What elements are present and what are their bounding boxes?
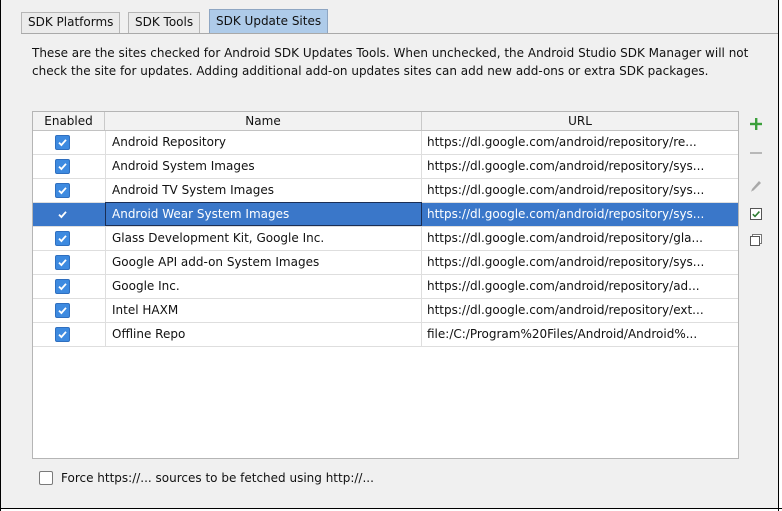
enabled-checkbox[interactable] bbox=[55, 279, 70, 294]
edit-site-button[interactable] bbox=[745, 175, 767, 197]
table-row[interactable]: Android Repository https://dl.google.com/… bbox=[33, 131, 738, 155]
enabled-checkbox[interactable] bbox=[55, 255, 70, 270]
table-row[interactable]: Offline Repo file:/C:/Program%20Files/And… bbox=[33, 323, 738, 347]
remove-site-button[interactable] bbox=[745, 142, 767, 164]
site-name-cell[interactable]: Google API add-on System Images bbox=[105, 251, 422, 274]
site-name-cell[interactable]: Glass Development Kit, Google Inc. bbox=[105, 227, 422, 250]
settings-panel: SDK Platforms SDK Tools SDK Update Sites… bbox=[1, 0, 778, 508]
site-name-cell[interactable]: Offline Repo bbox=[105, 323, 422, 346]
enabled-checkbox[interactable] bbox=[55, 159, 70, 174]
force-http-checkbox[interactable] bbox=[39, 471, 53, 485]
table-row[interactable]: Android System Images https://dl.google.c… bbox=[33, 155, 738, 179]
deselect-all-button[interactable] bbox=[745, 229, 767, 251]
enabled-cell bbox=[33, 155, 105, 178]
site-url-cell[interactable]: https://dl.google.com/android/repository… bbox=[422, 227, 738, 250]
site-url-cell[interactable]: https://dl.google.com/android/repository… bbox=[422, 203, 738, 226]
add-site-button[interactable] bbox=[745, 113, 767, 135]
select-all-button[interactable] bbox=[745, 203, 767, 225]
tab-sdk-platforms[interactable]: SDK Platforms bbox=[21, 12, 121, 33]
site-url-cell[interactable]: https://dl.google.com/android/repository… bbox=[422, 251, 738, 274]
checkmark-icon bbox=[58, 211, 67, 219]
window-border-right bbox=[778, 0, 779, 511]
enabled-checkbox[interactable] bbox=[55, 207, 70, 222]
plus-icon bbox=[750, 118, 762, 130]
site-name-cell[interactable]: Android Wear System Images bbox=[105, 202, 422, 226]
table-row[interactable]: Android Wear System Images https://dl.goo… bbox=[33, 202, 738, 227]
site-url-cell[interactable]: https://dl.google.com/android/repository… bbox=[422, 179, 738, 202]
checkmark-icon bbox=[58, 187, 67, 195]
pencil-icon bbox=[751, 181, 761, 192]
site-name-cell[interactable]: Google Inc. bbox=[105, 275, 422, 298]
table-row[interactable]: Glass Development Kit, Google Inc. https:… bbox=[33, 227, 738, 251]
enabled-cell bbox=[33, 323, 105, 346]
enabled-checkbox[interactable] bbox=[55, 183, 70, 198]
site-url-cell[interactable]: https://dl.google.com/android/repository… bbox=[422, 155, 738, 178]
table-row[interactable]: Intel HAXM https://dl.google.com/android/… bbox=[33, 299, 738, 323]
checkmark-icon bbox=[58, 331, 67, 339]
enabled-checkbox[interactable] bbox=[55, 327, 70, 342]
enabled-cell bbox=[33, 299, 105, 322]
enabled-cell bbox=[33, 251, 105, 274]
table-row[interactable]: Google API add-on System Images https://d… bbox=[33, 251, 738, 275]
column-header-url[interactable]: URL bbox=[422, 112, 738, 130]
checkmark-icon bbox=[58, 139, 67, 147]
site-url-cell[interactable]: https://dl.google.com/android/repository… bbox=[422, 275, 738, 298]
site-name-cell[interactable]: Intel HAXM bbox=[105, 299, 422, 322]
table-header: Enabled Name URL bbox=[33, 112, 738, 131]
site-url-cell[interactable]: file:/C:/Program%20Files/Android/Android… bbox=[422, 323, 738, 346]
table-row[interactable]: Google Inc. https://dl.google.com/android… bbox=[33, 275, 738, 299]
checkmark-icon bbox=[58, 307, 67, 315]
checkmark-icon bbox=[58, 235, 67, 243]
tab-sdk-tools[interactable]: SDK Tools bbox=[128, 12, 201, 33]
checked-box-icon bbox=[750, 208, 762, 220]
sdk-manager-window: SDK Platforms SDK Tools SDK Update Sites… bbox=[0, 0, 782, 511]
enabled-cell bbox=[33, 203, 105, 226]
enabled-checkbox[interactable] bbox=[55, 303, 70, 318]
column-header-name[interactable]: Name bbox=[105, 112, 422, 130]
enabled-cell bbox=[33, 275, 105, 298]
minus-icon bbox=[750, 152, 762, 154]
window-border-bottom bbox=[0, 508, 782, 509]
enabled-cell bbox=[33, 179, 105, 202]
checkmark-icon bbox=[58, 163, 67, 171]
update-sites-table: Enabled Name URL Android Repository https… bbox=[32, 111, 739, 459]
force-http-label: Force https://... sources to be fetched … bbox=[61, 471, 374, 485]
site-url-cell[interactable]: https://dl.google.com/android/repository… bbox=[422, 131, 738, 154]
site-name-cell[interactable]: Android TV System Images bbox=[105, 179, 422, 202]
checkmark-icon bbox=[58, 259, 67, 267]
checkmark-icon bbox=[58, 283, 67, 291]
enabled-checkbox[interactable] bbox=[55, 135, 70, 150]
enabled-cell bbox=[33, 227, 105, 250]
tab-sdk-update-sites[interactable]: SDK Update Sites bbox=[209, 9, 329, 33]
unchecked-box-icon bbox=[750, 234, 762, 246]
description-text: These are the sites checked for Android … bbox=[32, 46, 749, 78]
table-row[interactable]: Android TV System Images https://dl.googl… bbox=[33, 179, 738, 203]
site-name-cell[interactable]: Android System Images bbox=[105, 155, 422, 178]
enabled-checkbox[interactable] bbox=[55, 231, 70, 246]
column-header-enabled[interactable]: Enabled bbox=[33, 112, 105, 130]
enabled-cell bbox=[33, 131, 105, 154]
site-url-cell[interactable]: https://dl.google.com/android/repository… bbox=[422, 299, 738, 322]
site-name-cell[interactable]: Android Repository bbox=[105, 131, 422, 154]
tab-divider bbox=[21, 33, 778, 34]
